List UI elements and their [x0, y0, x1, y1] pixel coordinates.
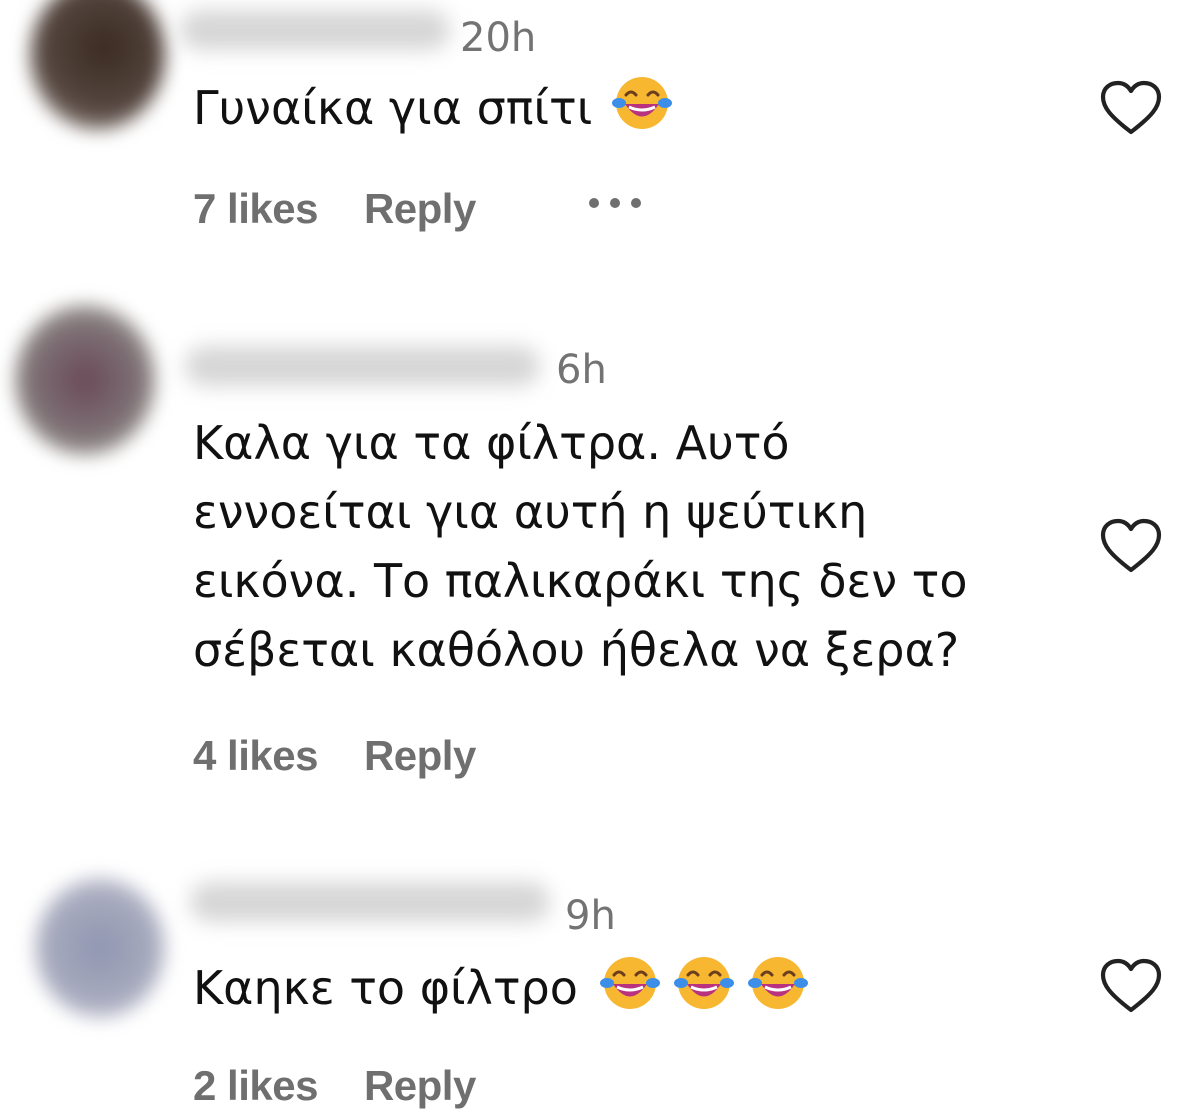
comment-text-content: Γυναίκα για σπίτι: [193, 81, 593, 135]
face-with-tears-of-joy-icon: [674, 953, 734, 1013]
comment-text-content: Καηκε το φίλτρο: [193, 961, 578, 1015]
heart-outline-icon[interactable]: [1100, 518, 1162, 574]
reply-button[interactable]: Reply: [364, 188, 476, 230]
username[interactable]: [190, 882, 550, 922]
comment-timestamp: 20h: [460, 15, 537, 61]
face-with-tears-of-joy-icon: [612, 73, 672, 133]
comment-timestamp: 9h: [565, 893, 616, 939]
reply-button[interactable]: Reply: [364, 735, 476, 777]
reply-button[interactable]: Reply: [364, 1065, 476, 1107]
heart-outline-icon[interactable]: [1100, 958, 1162, 1014]
comment-timestamp: 6h: [556, 347, 607, 393]
username[interactable]: [185, 346, 540, 386]
username[interactable]: [180, 10, 450, 50]
face-with-tears-of-joy-icon: [748, 953, 808, 1013]
comment-text: Καηκε το φίλτρο: [193, 953, 1073, 1023]
comment-actions: 4 likes Reply: [193, 735, 476, 777]
comment-text: Καλα για τα φίλτρα. Αυτό εννοείται για α…: [193, 416, 968, 677]
avatar[interactable]: [35, 878, 165, 1018]
avatar[interactable]: [30, 0, 165, 130]
more-options-icon[interactable]: [589, 198, 641, 208]
heart-outline-icon[interactable]: [1100, 80, 1162, 136]
likes-count-link[interactable]: 4 likes: [193, 735, 318, 777]
likes-count-link[interactable]: 7 likes: [193, 188, 318, 230]
face-with-tears-of-joy-icon: [600, 953, 660, 1013]
avatar[interactable]: [15, 305, 155, 455]
likes-count-link[interactable]: 2 likes: [193, 1065, 318, 1107]
comment-actions: 2 likes Reply: [193, 1065, 476, 1107]
comment-text: Γυναίκα για σπίτι: [193, 73, 1073, 143]
comment-actions: 7 likes Reply: [193, 188, 476, 230]
